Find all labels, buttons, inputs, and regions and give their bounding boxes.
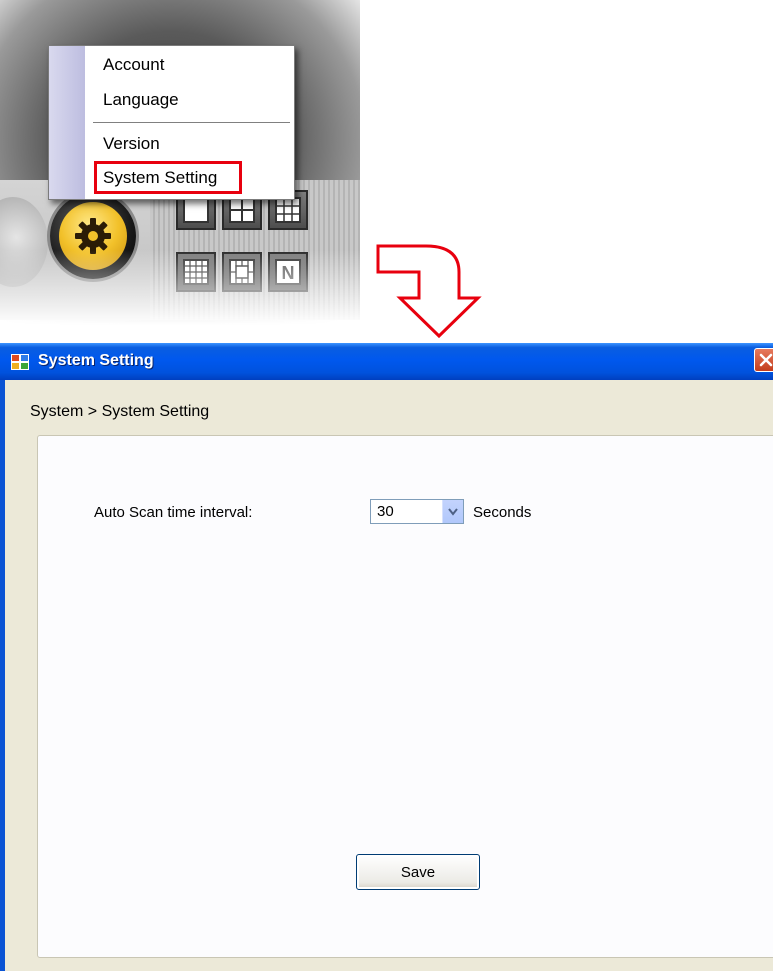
menu-item-language[interactable]: Language (103, 88, 179, 112)
close-icon (759, 353, 773, 367)
auto-scan-interval-select[interactable]: 30 (370, 499, 464, 524)
menu-item-version[interactable]: Version (103, 132, 160, 156)
title-bar[interactable]: System Setting (0, 343, 773, 380)
toolbar-fade (0, 250, 360, 325)
breadcrumb: System > System Setting (30, 403, 210, 420)
close-button[interactable] (754, 348, 773, 372)
menu-item-account[interactable]: Account (103, 53, 164, 77)
seconds-label: Seconds (473, 504, 532, 521)
toolbar-area: N Account Language Version System Settin… (0, 0, 360, 325)
system-setting-dialog: System Setting System > System Setting A… (0, 343, 773, 971)
window-title: System Setting (38, 352, 154, 369)
auto-scan-label: Auto Scan time interval: (94, 504, 253, 521)
highlight-box (94, 161, 242, 194)
menu-gutter (49, 46, 85, 199)
auto-scan-interval-value: 30 (377, 503, 394, 520)
menu-separator (93, 122, 290, 123)
save-button[interactable]: Save (356, 854, 480, 890)
app-icon (11, 354, 29, 370)
context-menu: Account Language Version System Setting (48, 45, 295, 200)
settings-panel: Auto Scan time interval: 30 Seconds Save (37, 435, 773, 958)
chevron-down-icon[interactable] (442, 500, 463, 523)
curved-arrow-icon (376, 244, 482, 339)
